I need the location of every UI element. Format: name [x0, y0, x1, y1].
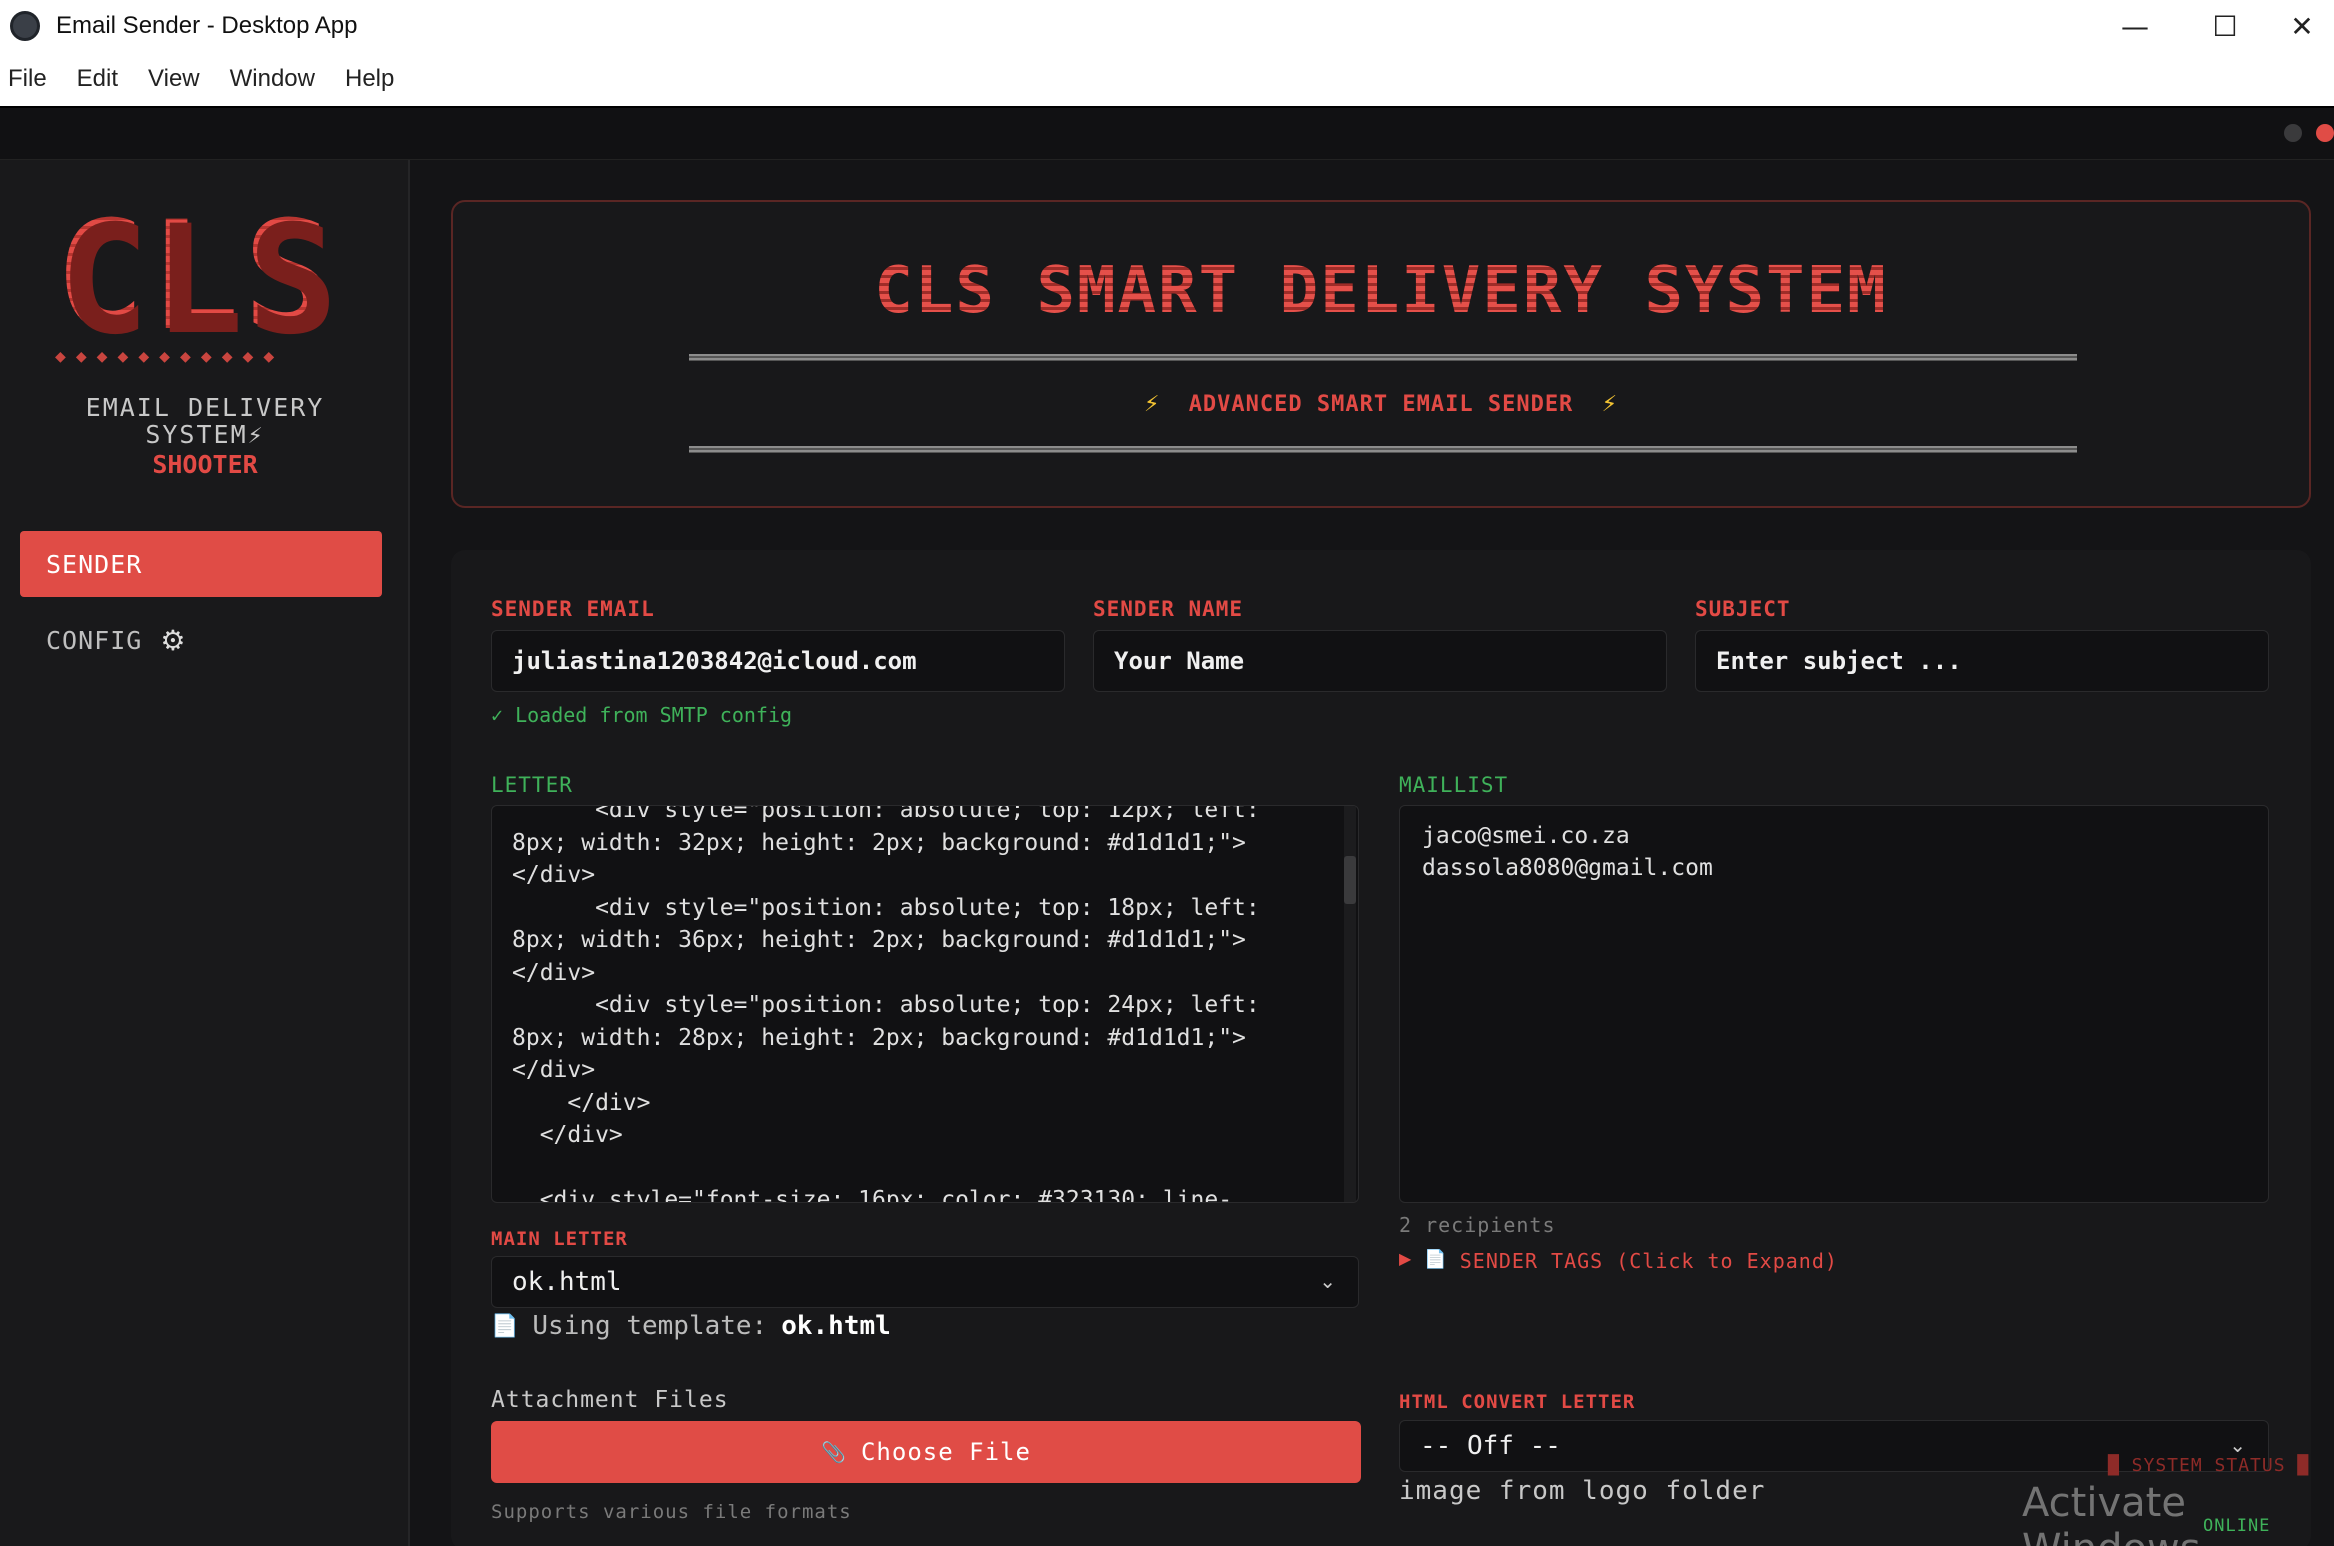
using-template-prefix: Using template:: [532, 1311, 768, 1341]
status-dot-gray: [2284, 124, 2302, 142]
subject-input[interactable]: Enter subject ...: [1695, 630, 2269, 692]
letter-code-line: <div style="position: absolute; top: 18p…: [512, 894, 1260, 921]
status-dot-red: [2316, 124, 2334, 142]
maillist-textarea[interactable]: jaco@smei.co.za dassola8080@gmail.com: [1399, 805, 2269, 1203]
letter-scroll-thumb[interactable]: [1344, 856, 1356, 904]
letter-textarea[interactable]: <div style="position: absolute; top: 12p…: [491, 805, 1359, 1203]
main-letter-select[interactable]: ok.html ⌄: [491, 1256, 1359, 1308]
cls-logo: CLS: [55, 190, 338, 364]
hero-subtitle-text: ADVANCED SMART EMAIL SENDER: [1188, 392, 1574, 417]
hero-divider-top: [689, 354, 2077, 361]
subject-label: SUBJECT: [1695, 597, 1791, 621]
chevron-down-icon: ⌄: [1319, 1269, 1336, 1293]
sender-name-label: SENDER NAME: [1093, 597, 1244, 621]
letter-code-line: <div style="font-size: 16px; color: #323…: [512, 1187, 1233, 1203]
maillist-entry: dassola8080@gmail.com: [1422, 855, 1713, 881]
top-strip: [0, 108, 2334, 160]
nav-sender[interactable]: SENDER: [20, 531, 382, 597]
bolt-icon: ⚡: [1601, 392, 1619, 417]
gear-icon: ⚙: [160, 624, 187, 657]
close-button[interactable]: ✕: [2270, 0, 2334, 52]
letter-code-line: 8px; width: 32px; height: 2px; backgroun…: [512, 829, 1246, 856]
letter-label: LETTER: [491, 773, 573, 797]
letter-code-line: </div>: [512, 959, 596, 986]
choose-file-button[interactable]: 📎 Choose File: [491, 1421, 1361, 1483]
menu-file[interactable]: File: [8, 65, 47, 93]
sidebar-subtitle-line2: SYSTEM⚡: [145, 420, 265, 449]
sender-tags-toggle[interactable]: ▶ 📄 SENDER TAGS (Click to Expand): [1399, 1249, 1838, 1273]
letter-code-line: <div style="position: absolute; top: 24p…: [512, 992, 1260, 1018]
hero-subtitle: ⚡ ADVANCED SMART EMAIL SENDER ⚡: [453, 392, 2309, 417]
letter-code-line: </div>: [512, 1122, 623, 1148]
nav-sender-label: SENDER: [46, 549, 143, 579]
maillist-entry: jaco@smei.co.za: [1422, 823, 1630, 849]
menu-help[interactable]: Help: [345, 65, 394, 93]
sender-email-label: SENDER EMAIL: [491, 597, 655, 621]
nav-config-label: CONFIG: [46, 626, 143, 655]
letter-code-line: 8px; width: 36px; height: 2px; backgroun…: [512, 927, 1246, 953]
sender-tags-label: SENDER TAGS (Click to Expand): [1459, 1249, 1838, 1273]
nav-config[interactable]: CONFIG ⚙: [46, 624, 186, 657]
activate-windows-watermark: Activate Windows: [2022, 1480, 2201, 1546]
minimize-button[interactable]: —: [2090, 0, 2180, 52]
hero-divider-bottom: [689, 446, 2077, 453]
maximize-button[interactable]: ☐: [2180, 0, 2270, 52]
smtp-loaded-hint: ✓ Loaded from SMTP config: [491, 703, 793, 727]
document-icon: 📄: [491, 1313, 519, 1339]
html-convert-label: HTML CONVERT LETTER: [1399, 1391, 1636, 1413]
system-status-label: █ SYSTEM STATUS █: [2108, 1455, 2310, 1476]
using-template-value: ok.html: [781, 1311, 891, 1341]
choose-file-label: Choose File: [860, 1438, 1031, 1466]
hero-title: CLS SMART DELIVERY SYSTEM: [453, 254, 2309, 328]
hero-banner: CLS SMART DELIVERY SYSTEM ⚡ ADVANCED SMA…: [451, 200, 2311, 508]
maillist-content: jaco@smei.co.za dassola8080@gmail.com: [1422, 820, 1713, 884]
letter-code-line: [512, 1152, 1260, 1185]
sidebar-subtitle-line1: EMAIL DELIVERY: [85, 393, 325, 422]
document-icon: 📄: [1424, 1249, 1448, 1270]
letter-code-line: </div>: [512, 1057, 596, 1083]
paperclip-icon: 📎: [821, 1440, 847, 1464]
attachment-label: Attachment Files: [491, 1387, 729, 1413]
menu-view[interactable]: View: [148, 65, 200, 93]
maillist-label: MAILLIST: [1399, 773, 1509, 797]
recipients-count: 2 recipients: [1399, 1213, 1556, 1237]
menu-bar: File Edit View Window Help: [0, 52, 2334, 108]
window-titlebar: Email Sender - Desktop App: [0, 0, 2334, 52]
window-title: Email Sender - Desktop App: [56, 12, 358, 39]
letter-content: <div style="position: absolute; top: 12p…: [512, 805, 1260, 1203]
main-letter-label: MAIN LETTER: [491, 1228, 628, 1250]
sidebar: CLS ◆◆◆◆◆◆◆◆◆◆◆ EMAIL DELIVERY SYSTEM⚡ S…: [0, 160, 410, 1546]
sender-email-input[interactable]: juliastina1203842@icloud.com: [491, 630, 1065, 692]
letter-code-line: </div>: [512, 1089, 651, 1116]
sender-name-input[interactable]: Your Name: [1093, 630, 1667, 692]
html-convert-value: -- Off --: [1420, 1431, 1561, 1461]
letter-code-line: <div style="position: absolute; top: 12p…: [512, 805, 1260, 823]
app-icon: [10, 11, 40, 41]
file-formats-hint: Supports various file formats: [491, 1501, 852, 1523]
expand-arrow-icon: ▶: [1399, 1249, 1413, 1268]
menu-edit[interactable]: Edit: [77, 65, 118, 93]
letter-code-line: </div>: [512, 862, 596, 888]
chevron-down-icon: ⌄: [2229, 1433, 2246, 1457]
menu-window[interactable]: Window: [230, 65, 315, 93]
logo-folder-text: image from logo folder: [1399, 1476, 1766, 1506]
bolt-icon: ⚡: [1143, 392, 1161, 417]
letter-code-line: 8px; width: 28px; height: 2px; backgroun…: [512, 1024, 1246, 1051]
main-letter-value: ok.html: [512, 1267, 622, 1297]
online-status: ONLINE: [2203, 1516, 2271, 1536]
using-template-row: 📄 Using template: ok.html: [491, 1311, 891, 1341]
sidebar-shooter: SHOOTER: [152, 450, 258, 479]
diamond-divider: ◆◆◆◆◆◆◆◆◆◆◆: [55, 346, 285, 367]
